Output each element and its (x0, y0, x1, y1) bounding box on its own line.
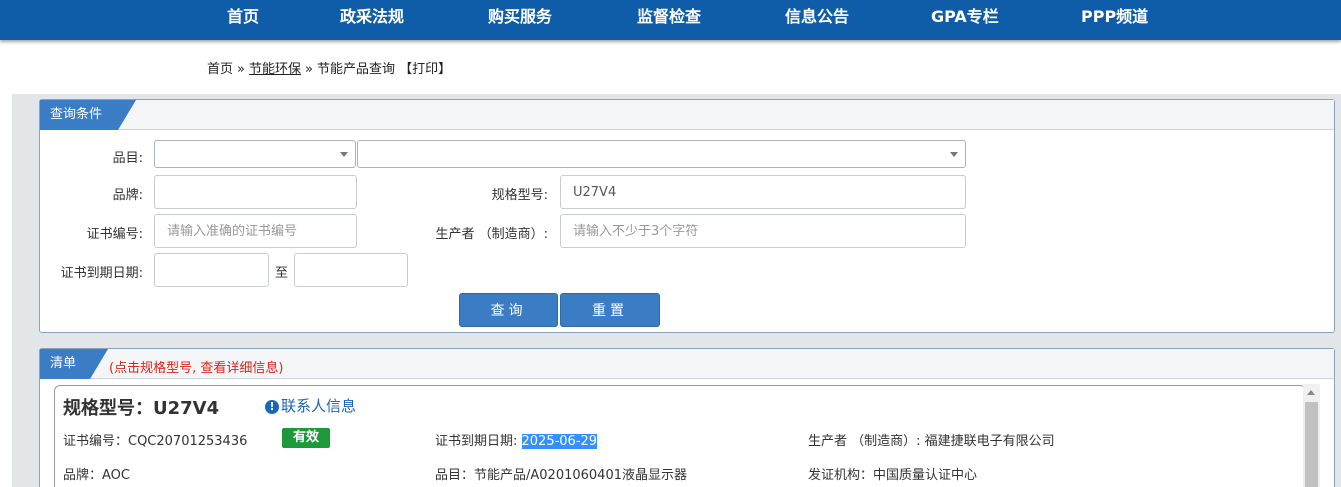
category-select-primary[interactable] (154, 140, 356, 168)
query-panel-header: 查询条件 (40, 100, 1334, 130)
nav-item-announcements[interactable]: 信息公告 (785, 0, 849, 34)
expiry-to-label: 至 (275, 266, 289, 281)
brand-label: 品牌: (112, 188, 143, 203)
maker-label: 生产者 （制造商）: (435, 227, 548, 242)
status-badge: 有效 (282, 428, 330, 448)
breadcrumb-section-link[interactable]: 节能环保 (249, 62, 301, 77)
cert-no-input[interactable] (154, 214, 357, 248)
nav-item-supervision[interactable]: 监督检查 (637, 0, 701, 34)
nav-item-home[interactable]: 首页 (227, 0, 259, 34)
results-panel: 清单 (点击规格型号, 查看详细信息) 规格型号：U27V4 ! 联系人信息 证书… (39, 348, 1335, 487)
chevron-down-icon (340, 152, 348, 157)
print-link[interactable]: 【打印】 (399, 62, 451, 77)
expiry-from-input[interactable] (154, 253, 269, 287)
nav-item-gpa[interactable]: GPA专栏 (931, 0, 999, 34)
nav-item-purchase-services[interactable]: 购买服务 (488, 0, 552, 34)
results-hint: (点击规格型号, 查看详细信息) (109, 361, 284, 376)
query-panel: 查询条件 品目: 品牌: 规格型号: 证书编号: 生产者 （制造商）: 证书到期… (39, 99, 1335, 333)
contact-info-link[interactable]: ! 联系人信息 (265, 395, 356, 416)
search-button[interactable]: 查询 (459, 293, 558, 327)
brand-input[interactable] (154, 175, 357, 209)
category-select-secondary[interactable] (357, 140, 966, 168)
scrollbar-thumb[interactable] (1305, 402, 1318, 487)
model-label: 规格型号: (491, 188, 548, 203)
brand-value: 品牌：AOC (63, 468, 130, 483)
breadcrumb-home[interactable]: 首页 (207, 62, 233, 77)
expiry-field: 证书到期日期: 2025-06-29 (435, 430, 598, 449)
info-icon: ! (265, 400, 279, 414)
expiry-field-label: 证书到期日期: (435, 434, 522, 449)
breadcrumb-separator: » (237, 62, 245, 77)
query-panel-tab: 查询条件 (40, 100, 136, 130)
category-label: 品目: (112, 151, 143, 166)
category-value: 品目：节能产品/A0201060401液晶显示器 (435, 468, 687, 483)
result-model-link[interactable]: 规格型号：U27V4 (63, 394, 219, 420)
cert-no-label: 证书编号: (86, 227, 143, 242)
contact-info-label: 联系人信息 (281, 397, 357, 415)
chevron-down-icon (950, 152, 958, 157)
reset-button[interactable]: 重置 (560, 293, 660, 327)
maker-input[interactable] (560, 214, 966, 248)
top-nav: 首页 政采法规 购买服务 监督检查 信息公告 GPA专栏 PPP频道 (0, 0, 1341, 40)
expiry-to-input[interactable] (294, 253, 408, 287)
nav-item-ppp[interactable]: PPP频道 (1081, 0, 1148, 34)
breadcrumb-separator: » (305, 62, 313, 77)
breadcrumb-current: 节能产品查询 (316, 62, 395, 77)
results-scrollbar[interactable] (1303, 384, 1320, 487)
scroll-up-arrow-icon[interactable] (1307, 390, 1315, 395)
result-card: 规格型号：U27V4 ! 联系人信息 证书编号：CQC20701253436 有效… (54, 385, 1306, 487)
cert-no-value: 证书编号：CQC20701253436 (63, 434, 248, 449)
maker-value: 生产者 （制造商）: 福建捷联电子有限公司 (808, 434, 1055, 449)
results-panel-tab: 清单 (40, 349, 108, 379)
results-panel-header: 清单 (点击规格型号, 查看详细信息) (40, 349, 1334, 379)
expiry-date-value: 2025-06-29 (521, 434, 598, 449)
model-input[interactable] (560, 175, 966, 209)
nav-item-regulations[interactable]: 政采法规 (340, 0, 404, 34)
issuer-value: 发证机构：中国质量认证中心 (808, 468, 978, 483)
breadcrumb: 首页» 节能环保» 节能产品查询 【打印】 (207, 58, 451, 77)
expiry-label: 证书到期日期: (60, 266, 143, 281)
